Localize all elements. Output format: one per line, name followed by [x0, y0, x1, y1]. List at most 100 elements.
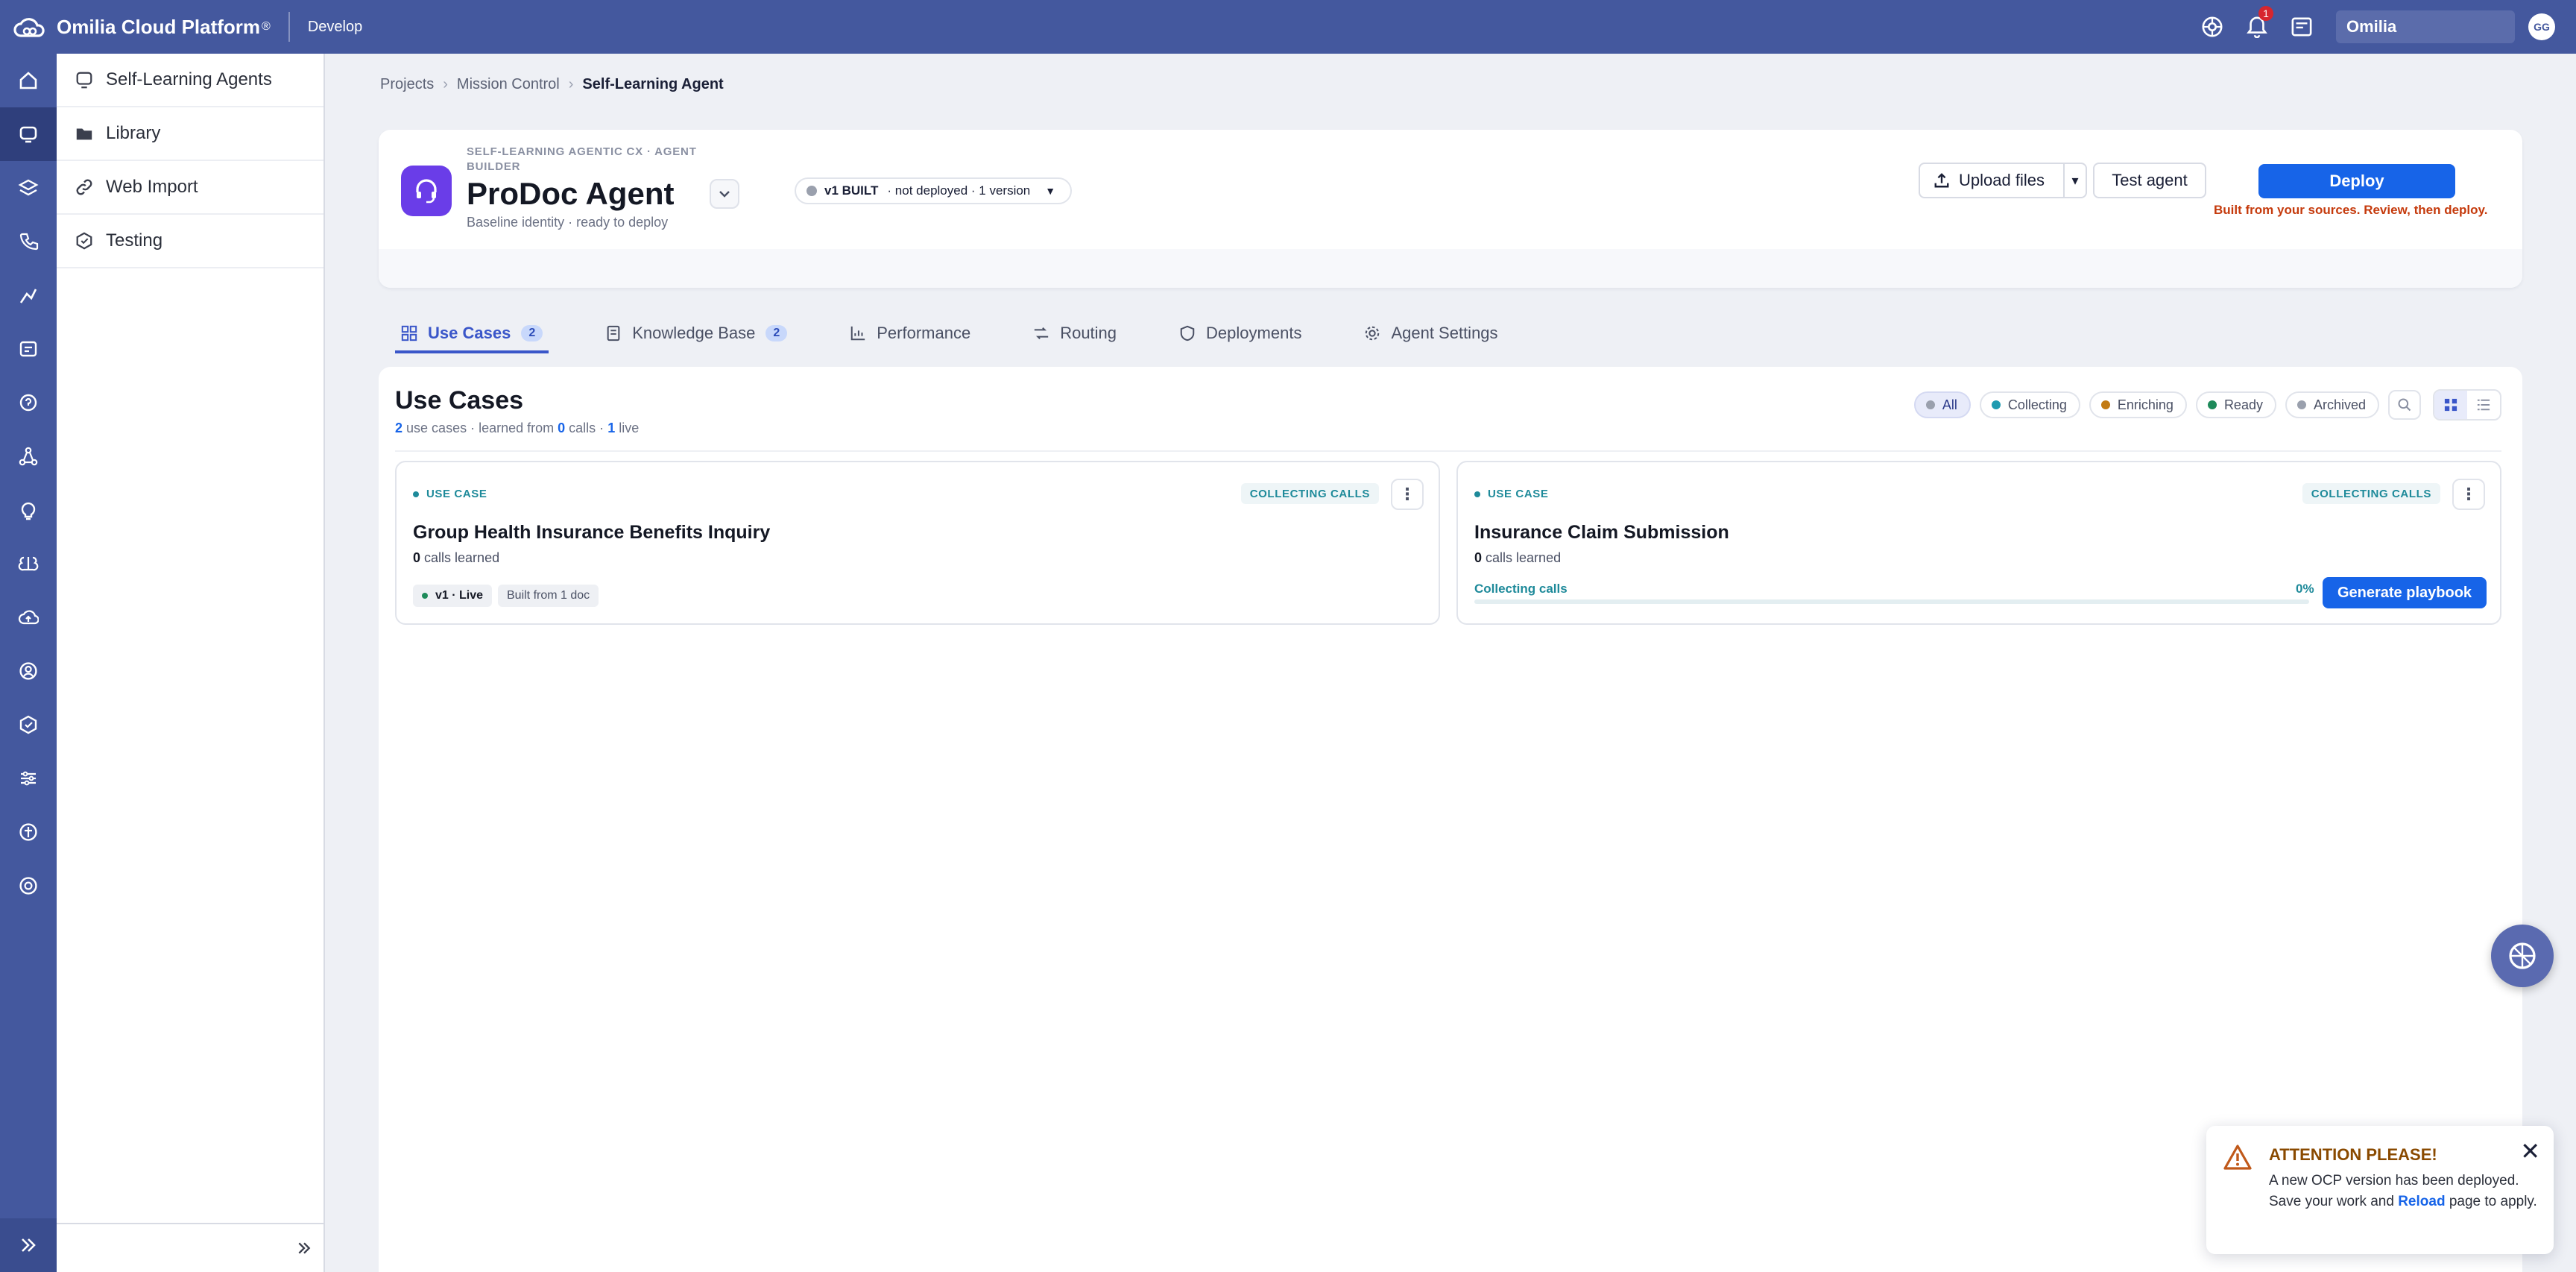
- live-count: 1: [607, 421, 616, 435]
- brain-icon[interactable]: [0, 537, 57, 591]
- update-toast: ATTENTION PLEASE! ✕ A new OCP version ha…: [2206, 1126, 2554, 1254]
- divider: [395, 450, 2501, 452]
- testing-icon: [76, 232, 92, 250]
- card-menu-button[interactable]: ⋮: [2452, 479, 2485, 510]
- hexagon-icon[interactable]: [0, 698, 57, 752]
- tab-performance[interactable]: Performance: [844, 313, 976, 353]
- agents-icon: [76, 72, 92, 89]
- breadcrumb-mission-control[interactable]: Mission Control: [457, 76, 560, 93]
- agent-eyebrow: SELF-LEARNING AGENTIC CX · AGENT BUILDER: [467, 145, 697, 173]
- support-icon[interactable]: [0, 376, 57, 429]
- tab-routing[interactable]: Routing: [1027, 313, 1123, 353]
- headset-icon: [401, 166, 452, 216]
- cloud-upload-icon[interactable]: [0, 591, 57, 644]
- chevron-down-icon: [719, 191, 730, 198]
- sidebar-item-label: Self-Learning Agents: [106, 69, 272, 89]
- section-title: Use Cases: [395, 386, 524, 415]
- source-pill: Built from 1 doc: [498, 585, 599, 607]
- tab-knowledge-base[interactable]: Knowledge Base 2: [599, 313, 793, 353]
- deploy-button[interactable]: Deploy: [2258, 164, 2455, 198]
- version-selector[interactable]: v1 BUILT · not deployed · 1 version ▼: [795, 177, 1073, 204]
- notes-icon[interactable]: [2288, 13, 2315, 40]
- status-dot: [422, 593, 428, 599]
- lightbulb-icon[interactable]: [0, 483, 57, 537]
- test-agent-button[interactable]: Test agent: [2093, 163, 2206, 198]
- agent-switcher-button[interactable]: [710, 179, 739, 209]
- card-calls: 0 calls learned: [1474, 550, 1561, 566]
- avatar[interactable]: GG: [2528, 13, 2555, 40]
- sliders-icon[interactable]: [0, 752, 57, 805]
- org-selector[interactable]: Omilia: [2336, 10, 2515, 43]
- card-kind-label: USE CASE: [1488, 488, 1549, 500]
- sidebar-item-label: Web Import: [106, 177, 198, 197]
- generate-playbook-button[interactable]: Generate playbook: [2323, 577, 2487, 608]
- upload-files-button[interactable]: Upload files: [1919, 163, 2065, 198]
- sidebar-item-label: Testing: [106, 230, 163, 251]
- status-dot: [413, 491, 419, 497]
- progress-label: Collecting calls: [1474, 582, 1568, 596]
- calls-count: 0: [413, 550, 421, 565]
- scale-icon[interactable]: [0, 805, 57, 859]
- analytics-icon[interactable]: [0, 268, 57, 322]
- use-case-card[interactable]: USE CASE COLLECTING CALLS ⋮ Insurance Cl…: [1456, 461, 2501, 625]
- card-menu-button[interactable]: ⋮: [1391, 479, 1424, 510]
- tab-label: Knowledge Base: [632, 324, 756, 342]
- reload-link[interactable]: Reload: [2398, 1194, 2445, 1209]
- sidebar-item-library[interactable]: Library: [57, 107, 323, 161]
- warning-icon: [2223, 1145, 2252, 1170]
- search-button[interactable]: [2388, 390, 2421, 420]
- sidebar-item-self-learning-agents[interactable]: Self-Learning Agents: [57, 54, 323, 107]
- help-wheel-icon[interactable]: [2199, 13, 2226, 40]
- tab-agent-settings[interactable]: Agent Settings: [1358, 313, 1503, 353]
- use-case-count: 2: [395, 421, 403, 435]
- filter-label: Ready: [2223, 397, 2263, 412]
- tab-deployments[interactable]: Deployments: [1173, 313, 1307, 353]
- summary-text: use cases · learned from: [406, 421, 555, 435]
- expand-icon[interactable]: [0, 1218, 57, 1272]
- caret-down-icon: ▾: [2071, 172, 2079, 188]
- brand[interactable]: Omilia Cloud Platform ®: [13, 16, 271, 39]
- use-case-card[interactable]: USE CASE COLLECTING CALLS ⋮ Group Health…: [395, 461, 1440, 625]
- sidebar-item-testing[interactable]: Testing: [57, 215, 323, 268]
- agents-icon[interactable]: [0, 107, 57, 161]
- version-status: · not deployed · 1 version: [887, 183, 1031, 198]
- upload-options-button[interactable]: ▾: [2063, 163, 2087, 198]
- filter-enriching[interactable]: Enriching: [2089, 391, 2187, 418]
- toast-message: A new OCP version has been deployed. Sav…: [2269, 1171, 2546, 1212]
- breadcrumb: Projects › Mission Control › Self-Learning…: [380, 76, 724, 93]
- collapse-sidebar-button[interactable]: [57, 1223, 323, 1272]
- sidebar-item-web-import[interactable]: Web Import: [57, 161, 323, 215]
- tab-use-cases[interactable]: Use Cases 2: [395, 313, 549, 353]
- bell-icon[interactable]: 1: [2244, 6, 2273, 40]
- phone-icon[interactable]: [0, 215, 57, 268]
- breadcrumb-projects[interactable]: Projects: [380, 76, 434, 93]
- user-circle-icon[interactable]: [0, 644, 57, 698]
- layers-icon[interactable]: [0, 161, 57, 215]
- header-footer-strip: [379, 249, 2522, 288]
- home-icon[interactable]: [0, 54, 57, 107]
- agent-subtitle: Baseline identity · ready to deploy: [467, 215, 669, 230]
- network-icon[interactable]: [0, 429, 57, 483]
- breadcrumb-current: Self-Learning Agent: [582, 76, 724, 92]
- filter-ready[interactable]: Ready: [2195, 391, 2276, 418]
- filter-all[interactable]: All: [1913, 391, 1971, 418]
- more-vertical-icon: ⋮: [2460, 485, 2477, 503]
- grid-icon: [401, 325, 417, 341]
- filter-archived[interactable]: Archived: [2285, 391, 2379, 418]
- assistant-button[interactable]: [2491, 925, 2554, 987]
- lifebuoy-icon[interactable]: [0, 859, 57, 913]
- summary-text: live: [619, 421, 640, 435]
- calls-text: calls learned: [1486, 550, 1562, 565]
- brand-name: Omilia Cloud Platform: [57, 15, 261, 38]
- section-label: Develop: [307, 18, 363, 35]
- card-calls: 0 calls learned: [413, 550, 499, 566]
- gear-icon: [1366, 326, 1380, 341]
- grid-view-button[interactable]: [2434, 391, 2467, 419]
- assistant-icon: [2509, 942, 2536, 969]
- close-icon[interactable]: ✕: [2520, 1139, 2540, 1163]
- more-vertical-icon: ⋮: [1399, 485, 1415, 503]
- filter-collecting[interactable]: Collecting: [1979, 391, 2080, 418]
- card-kind: USE CASE: [413, 488, 487, 500]
- list-view-button[interactable]: [2467, 391, 2500, 419]
- dialog-icon[interactable]: [0, 322, 57, 376]
